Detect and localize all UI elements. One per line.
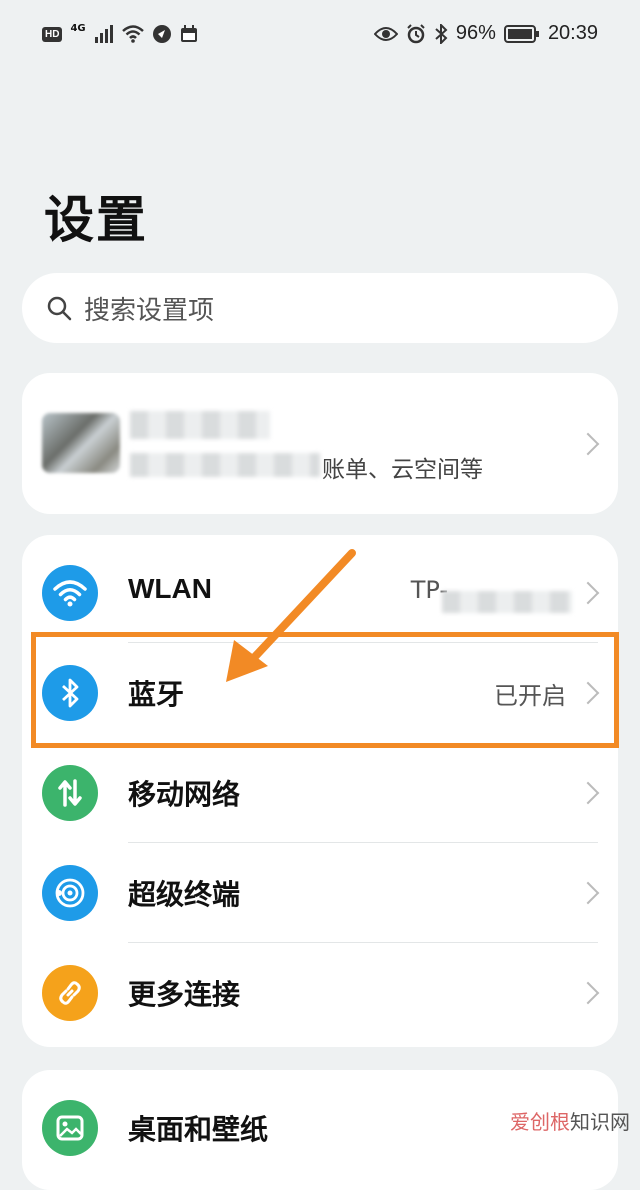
search-bar[interactable]: 搜索设置项	[22, 273, 618, 343]
highlight-box	[31, 632, 619, 748]
watermark: 爱创根知识网	[510, 1106, 630, 1135]
setting-label: 更多连接	[128, 978, 241, 1011]
status-right: 96% 20:39	[373, 22, 598, 45]
status-left: HD 4G	[42, 22, 198, 44]
wifi-icon	[121, 25, 144, 43]
signal-icon	[94, 25, 113, 43]
setting-label: 移动网络	[128, 778, 241, 811]
mobile-data-icon	[42, 765, 98, 821]
setting-row-more-connections[interactable]: 更多连接	[22, 943, 618, 1043]
account-subtitle: 账单、云空间等	[322, 457, 483, 483]
setting-label: 桌面和壁纸	[128, 1113, 269, 1146]
status-bar: HD 4G 96% 20:39	[0, 0, 640, 72]
wallpaper-icon	[42, 1100, 98, 1156]
setting-row-super-device[interactable]: 超级终端	[22, 843, 618, 943]
clock: 20:39	[547, 22, 598, 44]
setting-label: WLAN	[128, 573, 212, 604]
alarm-icon	[407, 23, 425, 43]
super-device-icon	[42, 865, 98, 921]
chevron-right-icon	[576, 781, 600, 805]
watermark-text-b: 知识网	[570, 1110, 630, 1134]
chevron-right-icon	[576, 432, 600, 456]
account-sub-redacted	[130, 453, 320, 477]
account-name-redacted	[130, 411, 270, 439]
search-placeholder: 搜索设置项	[84, 295, 215, 326]
connections-card: WLAN TP- 蓝牙 已开启 移动网络 超级终端 更多连接	[22, 535, 618, 1047]
wifi-icon	[42, 565, 98, 621]
chevron-right-icon	[576, 981, 600, 1005]
watermark-text-a: 爱创根	[510, 1110, 570, 1134]
bluetooth-icon	[435, 23, 448, 44]
chevron-right-icon	[576, 581, 600, 605]
link-icon	[42, 965, 98, 1021]
setting-label: 超级终端	[128, 878, 241, 911]
avatar	[42, 413, 120, 473]
network-type: 4G	[70, 22, 86, 34]
page-title: 设置	[44, 191, 148, 249]
calendar-icon	[180, 25, 197, 42]
setting-row-mobile-network[interactable]: 移动网络	[22, 743, 618, 843]
setting-row-wlan[interactable]: WLAN TP-	[22, 543, 618, 643]
search-icon	[47, 296, 72, 321]
battery-percent: 96%	[455, 22, 496, 44]
hd-badge: HD	[42, 26, 63, 42]
vpn-icon	[152, 25, 171, 43]
chevron-right-icon	[576, 881, 600, 905]
wlan-ssid-redacted	[442, 591, 572, 613]
eye-icon	[373, 26, 398, 41]
account-card[interactable]: 账单、云空间等	[22, 373, 618, 514]
battery-icon	[503, 24, 539, 43]
